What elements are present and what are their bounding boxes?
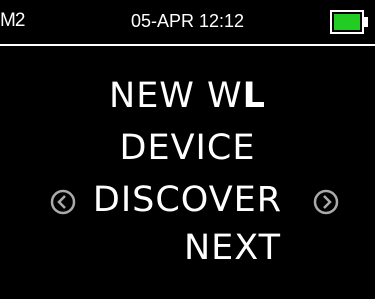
title-line1-prefix: NEW W xyxy=(109,76,243,116)
status-bar: M2 05-APR 12:12 xyxy=(0,0,375,44)
menu-title-line1: NEW WL xyxy=(0,76,375,116)
date-time: 05-APR 12:12 xyxy=(130,11,245,31)
battery-body xyxy=(330,10,364,34)
next-option[interactable]: NEXT xyxy=(45,228,375,268)
battery-icon xyxy=(330,10,368,34)
title-line1-suffix: L xyxy=(242,76,266,116)
menu-title-line2: DEVICE xyxy=(119,128,256,168)
battery-tip xyxy=(364,17,368,27)
selected-option[interactable]: DISCOVER xyxy=(0,180,375,220)
status-divider xyxy=(0,44,375,46)
battery-level xyxy=(334,14,360,30)
